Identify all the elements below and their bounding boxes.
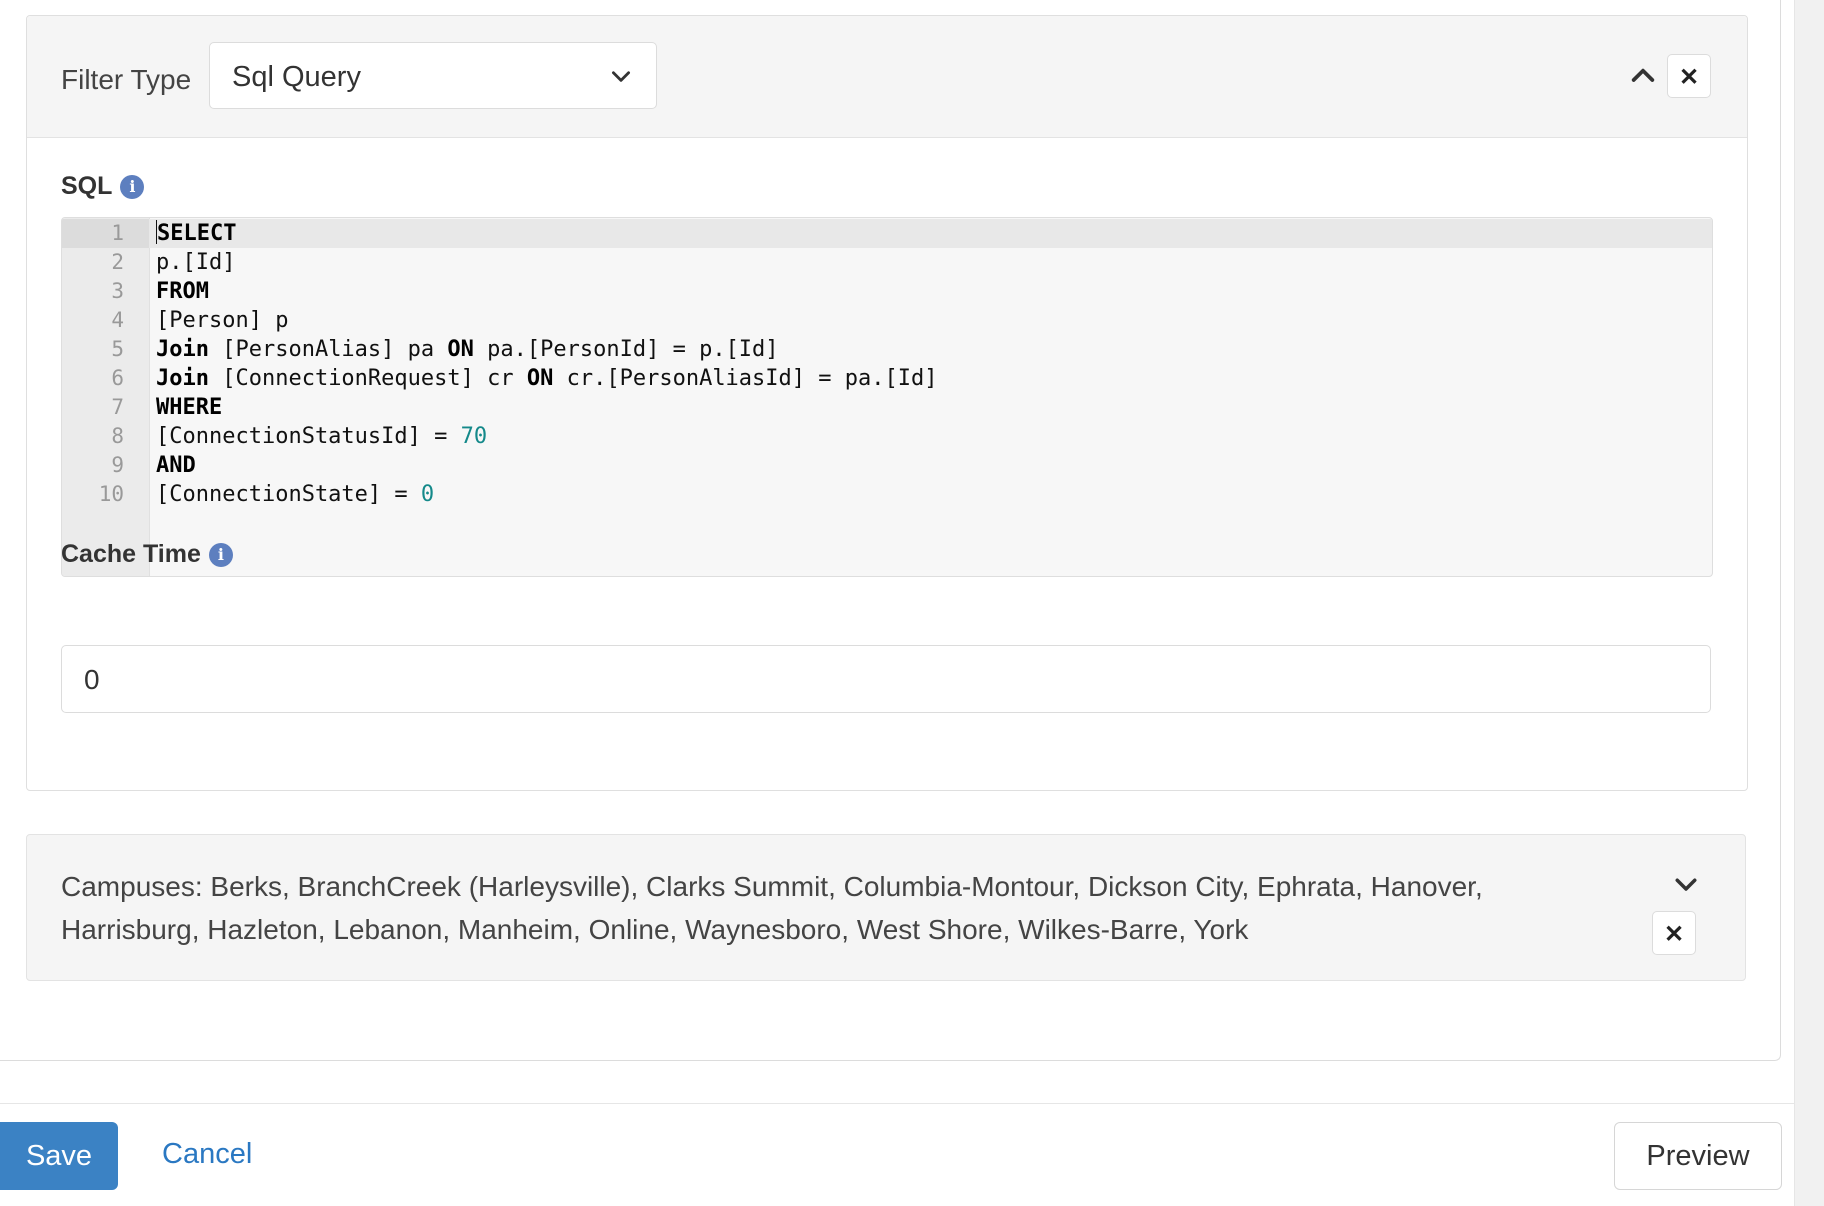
- sql-keyword: SELECT: [157, 221, 237, 246]
- sql-keyword: ON: [526, 366, 554, 391]
- code-text: SELECT: [156, 219, 236, 248]
- cache-time-input[interactable]: 0: [61, 645, 1711, 713]
- code-text: [ConnectionStatusId] = 70: [156, 422, 487, 451]
- line-number: 9: [111, 453, 124, 477]
- sql-code-editor[interactable]: 1 SELECT 2 p.[Id] 3 FROM 4 [Person] p 5 Join [Per…: [61, 217, 1713, 577]
- campus-filter-summary: Campuses: Berks, BranchCreek (Harleysvil…: [61, 871, 1483, 945]
- filter-close-button[interactable]: ✕: [1667, 54, 1711, 98]
- sql-token: cr.[PersonAliasId] = pa.[Id]: [553, 366, 938, 391]
- campus-filter-close-button[interactable]: ✕: [1652, 911, 1696, 955]
- sql-keyword: FROM: [156, 279, 209, 304]
- sql-field-label: SQL i: [61, 172, 145, 201]
- sql-number: 0: [420, 482, 435, 507]
- cache-time-value: 0: [84, 664, 100, 695]
- code-text: Join [PersonAlias] pa ON pa.[PersonId] =…: [156, 335, 779, 364]
- line-number: 10: [98, 482, 124, 506]
- sql-token: [PersonAlias] pa: [208, 337, 448, 362]
- line-number: 7: [111, 395, 124, 419]
- code-text: [ConnectionState] = 0: [156, 480, 434, 509]
- code-text: p.[Id]: [156, 248, 235, 277]
- sql-number: 70: [460, 424, 488, 449]
- sql-token: [Person] p: [156, 308, 289, 333]
- line-number: 4: [111, 308, 124, 332]
- filter-type-value: Sql Query: [232, 61, 361, 93]
- code-text: Join [ConnectionRequest] cr ON cr.[Perso…: [156, 364, 937, 393]
- line-number: 2: [111, 250, 124, 274]
- close-icon: ✕: [1663, 921, 1685, 948]
- sql-keyword: Join: [156, 366, 209, 391]
- sql-keyword: Join: [156, 337, 209, 362]
- filter-type-select[interactable]: Sql Query: [209, 42, 657, 109]
- filter-panel: Filter Type Sql Query ✕ SQL i 1 SELECT 2 p.[…: [26, 15, 1748, 791]
- filter-type-label: Filter Type: [61, 64, 192, 95]
- active-line-highlight: [62, 219, 1712, 248]
- sql-token: [ConnectionRequest] cr: [208, 366, 527, 391]
- page-scrollbar[interactable]: [1794, 0, 1824, 1206]
- chevron-up-icon[interactable]: [1627, 60, 1659, 92]
- line-number: 6: [111, 366, 124, 390]
- info-icon[interactable]: i: [120, 175, 145, 199]
- line-number: 3: [111, 279, 124, 303]
- cancel-link[interactable]: Cancel: [162, 1138, 252, 1171]
- sql-keyword: ON: [447, 337, 474, 362]
- sql-token: p.[Id]: [156, 250, 236, 275]
- code-text: [Person] p: [156, 306, 288, 335]
- footer-divider: [0, 1103, 1794, 1104]
- close-icon: ✕: [1678, 64, 1700, 91]
- line-number: 8: [111, 424, 124, 448]
- sql-label-text: SQL: [61, 172, 113, 200]
- cache-time-label-text: Cache Time: [61, 540, 201, 568]
- filter-header: Filter Type Sql Query ✕: [27, 16, 1747, 138]
- code-text: WHERE: [156, 393, 222, 422]
- save-button[interactable]: Save: [0, 1122, 118, 1190]
- code-text: AND: [156, 451, 196, 480]
- campus-filter-panel: Campuses: Berks, BranchCreek (Harleysvil…: [26, 834, 1746, 981]
- sql-keyword: AND: [156, 453, 196, 478]
- line-number: 1: [111, 221, 124, 245]
- chevron-down-icon[interactable]: [1671, 869, 1701, 899]
- line-number: 5: [111, 337, 124, 361]
- cache-time-field-label: Cache Time i: [61, 540, 233, 569]
- preview-button[interactable]: Preview: [1614, 1122, 1782, 1190]
- info-icon[interactable]: i: [208, 543, 233, 567]
- sql-token: pa.[PersonId] = p.[Id]: [473, 337, 779, 362]
- sql-keyword: WHERE: [156, 395, 223, 420]
- code-text: FROM: [156, 277, 209, 306]
- sql-token: [ConnectionState] =: [156, 482, 421, 507]
- chevron-down-icon: [612, 71, 630, 82]
- sql-token: [ConnectionStatusId] =: [156, 424, 461, 449]
